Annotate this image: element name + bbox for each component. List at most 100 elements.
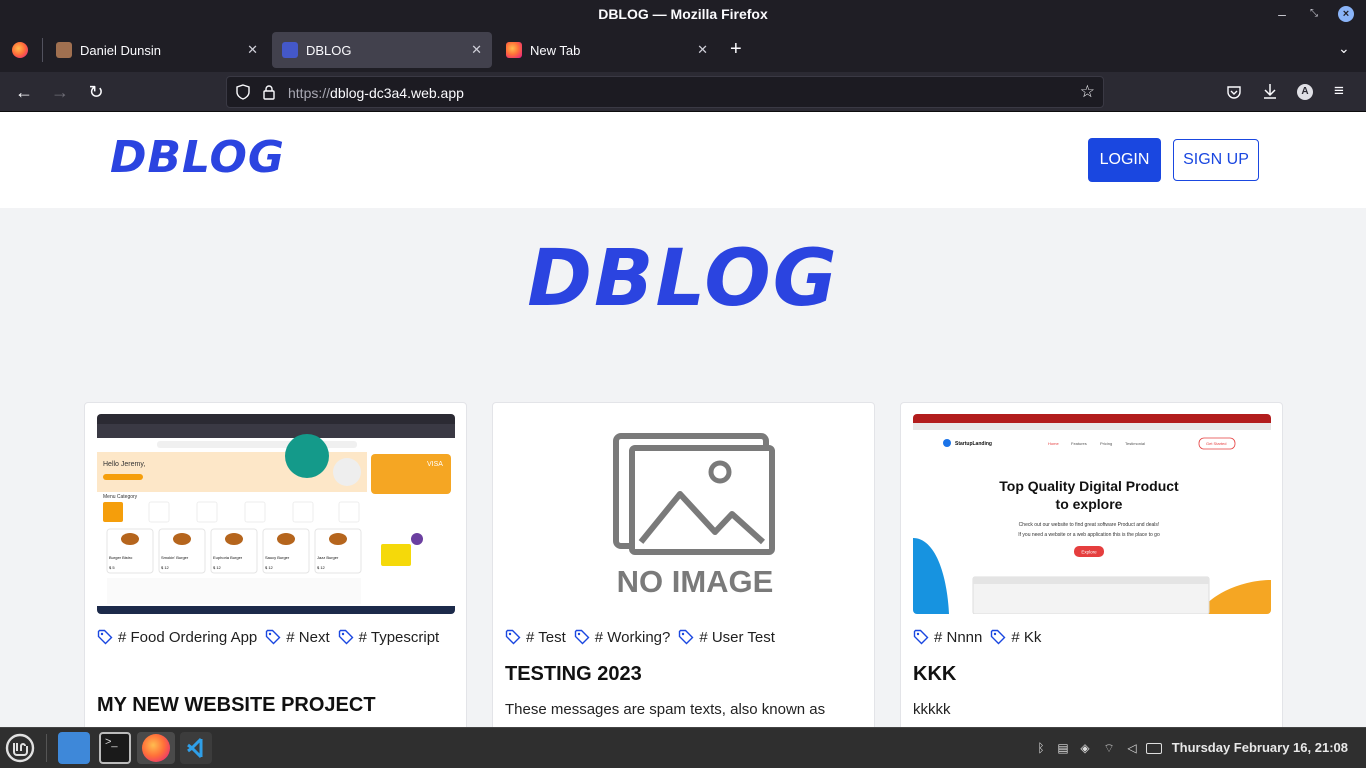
tag-chip[interactable]: # Working? (574, 627, 671, 647)
post-card[interactable]: NO IMAGE # Test # Working? # User Test T… (492, 402, 875, 727)
close-tab-icon[interactable]: ✕ (697, 42, 708, 58)
window-title: DBLOG — Mozilla Firefox (598, 6, 768, 22)
downloads-icon[interactable] (1262, 83, 1278, 100)
firefox-taskbar-item[interactable] (137, 732, 175, 764)
firefox-icon (506, 42, 522, 58)
tab-label: Daniel Dunsin (80, 42, 161, 58)
thumb-price-2: $ 12 (161, 565, 170, 570)
post-thumbnail[interactable]: Hello Jeremy, VISA Menu Category Burger … (97, 414, 455, 614)
tab-new-tab[interactable]: New Tab ✕ (496, 32, 718, 68)
clock[interactable]: Thursday February 16, 21:08 (1172, 740, 1348, 755)
thumb-item-1: Burger Bistro (109, 555, 133, 560)
update-shield-icon[interactable]: ◈ (1078, 741, 1092, 755)
bluetooth-icon[interactable]: ᛒ (1034, 741, 1048, 755)
tag-label: # Working? (594, 628, 671, 646)
lock-icon[interactable] (262, 84, 276, 100)
dblog-favicon-icon (282, 42, 298, 58)
post-title[interactable]: TESTING 2023 (505, 663, 642, 686)
thumb-cta: Get Started (1206, 441, 1226, 446)
tag-icon (574, 629, 590, 645)
network-icon[interactable]: ⌔ (1102, 741, 1116, 755)
battery-icon[interactable] (1146, 743, 1162, 754)
post-card[interactable]: StartupLanding Home Features Pricing Tes… (900, 402, 1283, 727)
tag-icon (913, 629, 929, 645)
forward-button[interactable]: → (48, 80, 72, 104)
thumb-price-4: $ 12 (265, 565, 274, 570)
tag-label: # Food Ordering App (118, 628, 258, 646)
url-scheme: https:// (288, 85, 331, 101)
url-text[interactable]: https://dblog-dc3a4.web.app (288, 85, 464, 101)
thumb-nav-features: Features (1071, 441, 1087, 446)
thumb-sub-2: If you need a website or a web applicati… (1018, 532, 1160, 538)
tag-label: # Typescript (358, 628, 440, 646)
clipboard-icon[interactable]: ▤ (1056, 741, 1070, 755)
thumb-greeting: Hello Jeremy, (103, 461, 145, 468)
tag-icon (679, 629, 694, 645)
post-title[interactable]: MY NEW WEBSITE PROJECT (97, 694, 376, 717)
close-window-button[interactable]: × (1338, 6, 1354, 22)
vscode-icon[interactable] (180, 732, 212, 764)
thumb-price-1: $ 5 (109, 565, 115, 570)
account-avatar[interactable]: A (1297, 84, 1313, 100)
site-header: DBLOG LOGIN SIGN UP (0, 112, 1366, 208)
thumb-headline-1: Top Quality Digital Product (999, 478, 1179, 494)
tag-chip[interactable]: # Food Ordering App (97, 627, 257, 647)
menu-hamburger-icon[interactable]: ≡ (1334, 81, 1344, 101)
thumb-item-3: Euphoria Burger (213, 555, 243, 560)
close-tab-icon[interactable]: ✕ (247, 42, 258, 58)
start-menu-icon[interactable] (4, 732, 36, 764)
tab-daniel-dunsin[interactable]: Daniel Dunsin ✕ (46, 32, 268, 68)
volume-icon[interactable]: ◁ (1125, 741, 1139, 755)
navigation-toolbar: ← → ↻ https://dblog-dc3a4.web.app ☆ A ≡ (0, 72, 1366, 112)
post-thumbnail[interactable]: NO IMAGE (505, 414, 863, 614)
restore-button[interactable]: ⤡ (1304, 4, 1324, 24)
back-button[interactable]: ← (12, 80, 36, 104)
signup-button[interactable]: SIGN UP (1173, 139, 1259, 181)
tab-dblog[interactable]: DBLOG ✕ (272, 32, 492, 68)
tag-label: # Next (286, 628, 330, 646)
tag-chip[interactable]: # Typescript (338, 627, 440, 647)
tag-chip[interactable]: # User Test (678, 627, 775, 647)
tag-icon (505, 629, 521, 645)
tag-label: # Test (526, 628, 566, 646)
taskbar: >_ ᛒ ▤ ◈ ⌔ ◁ Thursday February 16, 21:08 (0, 727, 1366, 768)
new-tab-button[interactable]: + (730, 38, 742, 61)
tag-icon (97, 629, 113, 645)
hero-title: DBLOG (527, 234, 839, 324)
list-all-tabs-icon[interactable]: ⌄ (1338, 40, 1350, 57)
tag-icon (338, 629, 354, 645)
shield-icon[interactable] (235, 84, 251, 100)
thumb-item-2: Smokin' Burger (161, 555, 189, 560)
post-title[interactable]: KKK (913, 663, 956, 686)
pocket-icon[interactable] (1226, 84, 1242, 100)
tag-chip[interactable]: # Kk (990, 627, 1041, 647)
thumb-sub-1: Check out our website to find great soft… (1019, 522, 1160, 528)
post-thumbnail[interactable]: StartupLanding Home Features Pricing Tes… (913, 414, 1271, 614)
post-card[interactable]: Hello Jeremy, VISA Menu Category Burger … (84, 402, 467, 727)
tag-chip[interactable]: # Test (505, 627, 566, 647)
login-button[interactable]: LOGIN (1088, 138, 1161, 182)
thumb-nav-pricing: Pricing (1100, 441, 1112, 446)
files-icon[interactable] (58, 732, 90, 764)
firefox-view-icon[interactable] (12, 42, 28, 58)
profile-photo-icon (56, 42, 72, 58)
thumb-nav-home: Home (1048, 441, 1059, 446)
tag-label: # User Test (699, 628, 775, 646)
minimize-button[interactable]: – (1272, 4, 1292, 24)
food-app-screenshot: Hello Jeremy, VISA Menu Category Burger … (97, 414, 455, 614)
thumb-button: Explore (1081, 550, 1097, 555)
url-host: dblog-dc3a4.web.app (330, 85, 464, 101)
no-image-placeholder-icon: NO IMAGE (613, 433, 775, 599)
post-tags: # Food Ordering App # Next # Typescript (97, 627, 457, 647)
bookmark-star-icon[interactable]: ☆ (1080, 82, 1095, 102)
terminal-icon[interactable]: >_ (99, 732, 131, 764)
post-description: These messages are spam texts, also know… (505, 701, 826, 718)
tab-divider (42, 38, 43, 62)
tag-chip[interactable]: # Next (265, 627, 330, 647)
reload-button[interactable]: ↻ (84, 80, 108, 104)
thumb-menu-label: Menu Category (103, 494, 138, 500)
site-logo[interactable]: DBLOG (110, 132, 285, 183)
close-tab-icon[interactable]: ✕ (471, 42, 482, 58)
tag-chip[interactable]: # Nnnn (913, 627, 982, 647)
url-bar[interactable]: https://dblog-dc3a4.web.app ☆ (226, 76, 1104, 108)
